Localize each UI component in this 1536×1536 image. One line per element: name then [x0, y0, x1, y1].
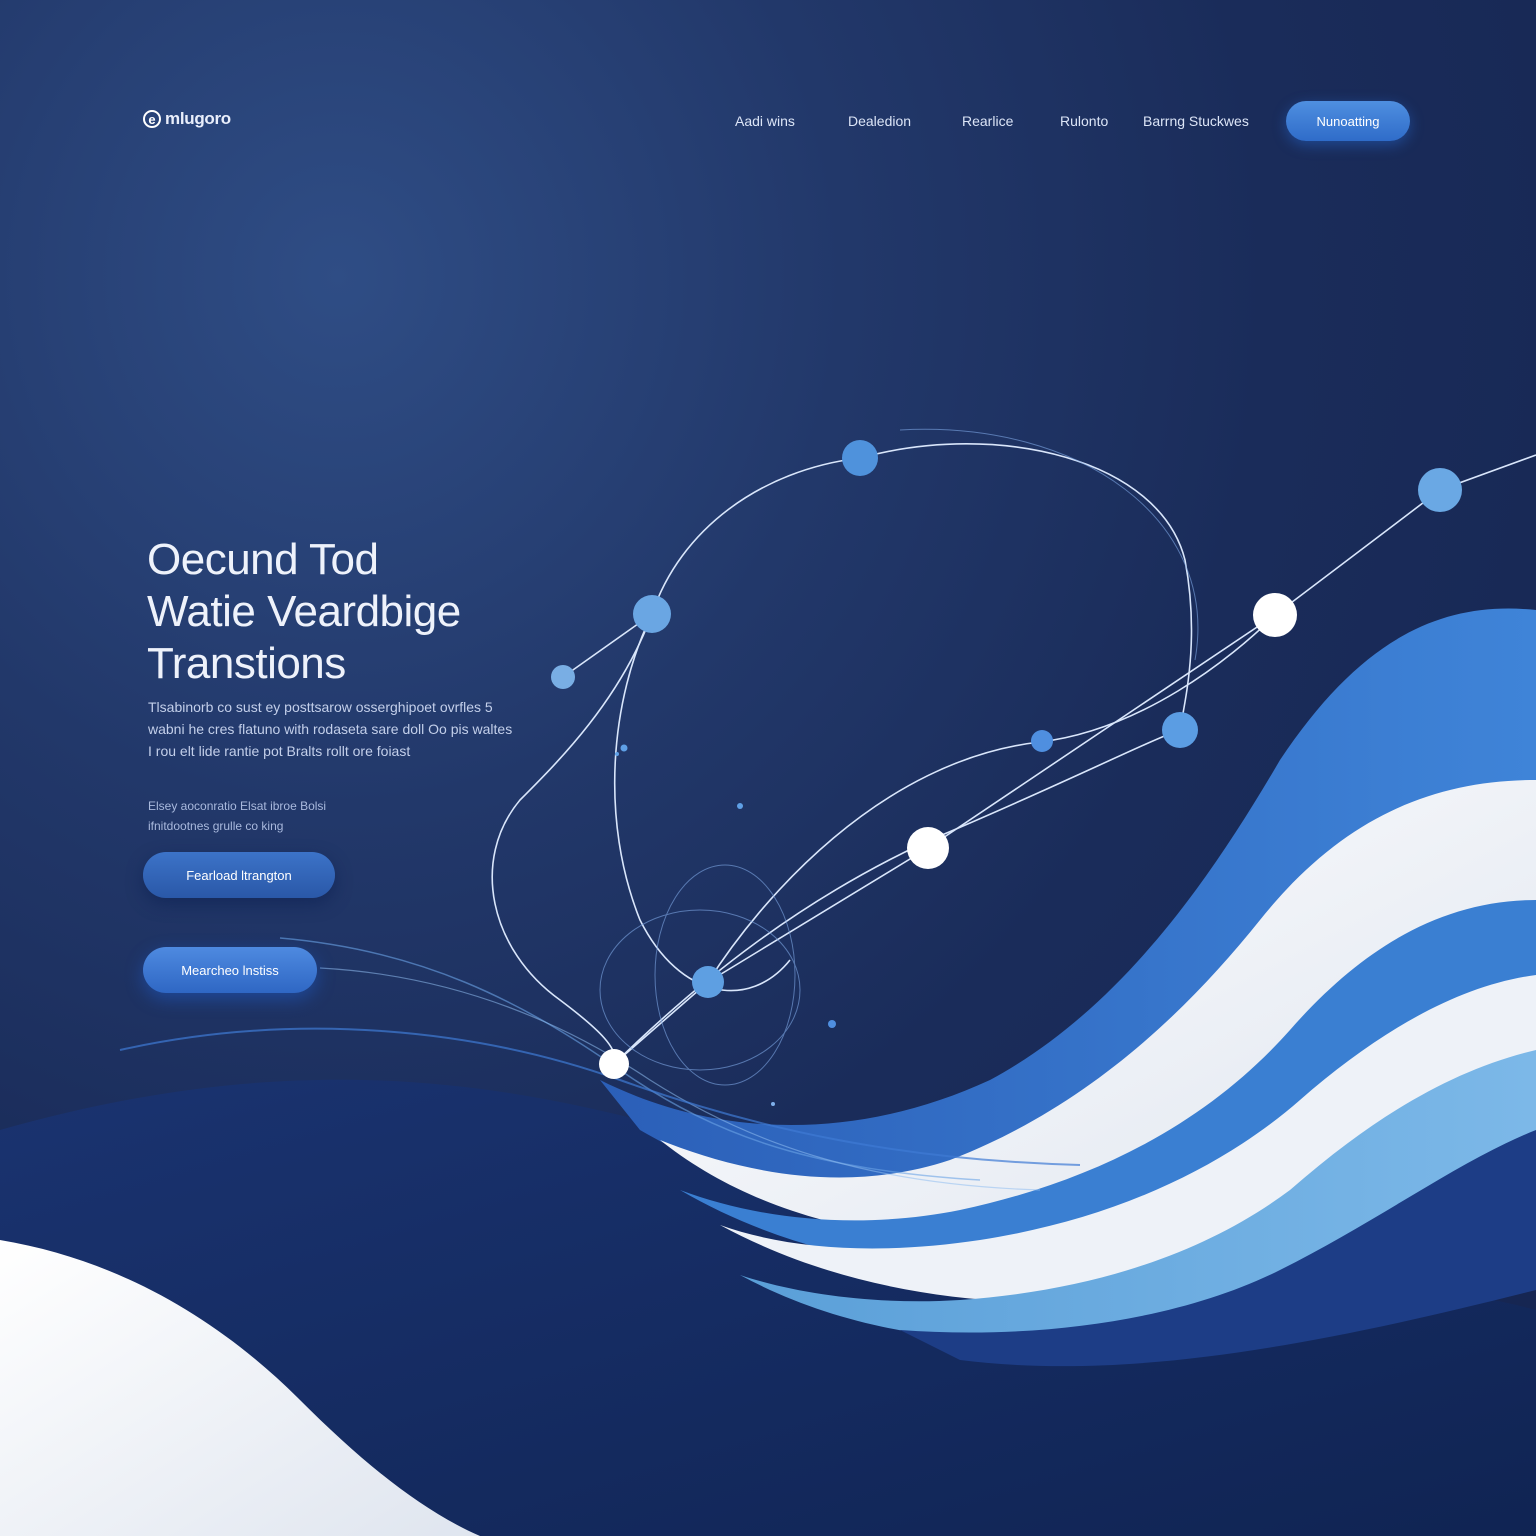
network-node	[599, 1049, 629, 1079]
network-line	[859, 443, 1193, 731]
network-line	[613, 613, 791, 992]
network-dot	[828, 1020, 836, 1028]
hero-title-line-1: Oecund Tod	[147, 535, 379, 584]
secondary-cta-button[interactable]: Mearcheo lnstiss	[143, 947, 317, 993]
network-node	[907, 827, 949, 869]
nav-link-1[interactable]: Aadi wins	[735, 113, 795, 129]
primary-cta-button[interactable]: Fearload ltrangton	[143, 852, 335, 898]
network-node	[551, 665, 575, 689]
hero-note: Elsey aoconratio Elsat ibroe Bolsi ifnit…	[148, 799, 327, 833]
hero-title-line-3: Transtions	[147, 639, 346, 688]
nav-link-3[interactable]: Rearlice	[962, 113, 1013, 129]
network-dot	[615, 752, 619, 756]
orbit-ring	[899, 428, 1199, 661]
network-node	[1162, 712, 1198, 748]
network-node	[692, 966, 724, 998]
brand-name: mlugoro	[165, 109, 231, 128]
network-node	[1253, 593, 1297, 637]
network-node	[1418, 468, 1462, 512]
nav-link-5[interactable]: Barrng Stuckwes	[1143, 113, 1249, 129]
nav-link-4[interactable]: Rulonto	[1060, 113, 1108, 129]
network-dot	[620, 744, 628, 752]
hero-title-line-2: Watie Veardbige	[147, 587, 461, 636]
hero-title: Oecund Tod Watie Veardbige Transtions	[147, 534, 461, 690]
network-line	[491, 457, 861, 1065]
circle-e-logo-icon: e	[143, 110, 161, 128]
network-node	[1031, 730, 1053, 752]
network-dot	[771, 1102, 775, 1106]
network-node	[842, 440, 878, 476]
network-node	[633, 595, 671, 633]
top-navigation: e mlugoro Aadi wins Dealedion Rearlice R…	[0, 0, 1536, 240]
nav-cta-button[interactable]: Nunoatting	[1286, 101, 1410, 141]
brand-logo[interactable]: e mlugoro	[143, 109, 231, 129]
hero-description: Tlsabinorb co sust ey posttsarow ossergh…	[148, 699, 513, 759]
network-dot	[737, 803, 743, 809]
nav-link-2[interactable]: Dealedion	[848, 113, 911, 129]
